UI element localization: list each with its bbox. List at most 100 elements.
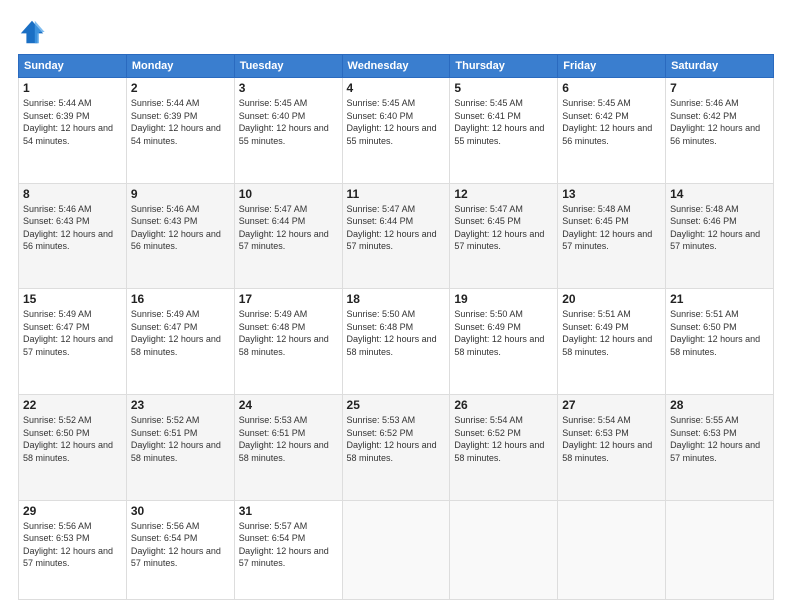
calendar-cell: 24 Sunrise: 5:53 AM Sunset: 6:51 PM Dayl… xyxy=(234,394,342,500)
calendar-cell: 8 Sunrise: 5:46 AM Sunset: 6:43 PM Dayli… xyxy=(19,183,127,289)
day-info: Sunrise: 5:45 AM Sunset: 6:40 PM Dayligh… xyxy=(347,97,446,147)
calendar-cell xyxy=(342,500,450,599)
day-info: Sunrise: 5:47 AM Sunset: 6:44 PM Dayligh… xyxy=(347,203,446,253)
day-info: Sunrise: 5:46 AM Sunset: 6:43 PM Dayligh… xyxy=(131,203,230,253)
day-info: Sunrise: 5:50 AM Sunset: 6:49 PM Dayligh… xyxy=(454,308,553,358)
day-number: 10 xyxy=(239,187,338,201)
calendar-cell: 25 Sunrise: 5:53 AM Sunset: 6:52 PM Dayl… xyxy=(342,394,450,500)
weekday-header-saturday: Saturday xyxy=(666,55,774,78)
calendar-cell: 17 Sunrise: 5:49 AM Sunset: 6:48 PM Dayl… xyxy=(234,289,342,395)
day-number: 28 xyxy=(670,398,769,412)
calendar-cell: 14 Sunrise: 5:48 AM Sunset: 6:46 PM Dayl… xyxy=(666,183,774,289)
calendar-cell: 4 Sunrise: 5:45 AM Sunset: 6:40 PM Dayli… xyxy=(342,78,450,184)
calendar-cell: 21 Sunrise: 5:51 AM Sunset: 6:50 PM Dayl… xyxy=(666,289,774,395)
day-number: 8 xyxy=(23,187,122,201)
day-number: 21 xyxy=(670,292,769,306)
day-number: 16 xyxy=(131,292,230,306)
weekday-header-friday: Friday xyxy=(558,55,666,78)
calendar-cell: 27 Sunrise: 5:54 AM Sunset: 6:53 PM Dayl… xyxy=(558,394,666,500)
calendar-cell: 7 Sunrise: 5:46 AM Sunset: 6:42 PM Dayli… xyxy=(666,78,774,184)
calendar-week-2: 8 Sunrise: 5:46 AM Sunset: 6:43 PM Dayli… xyxy=(19,183,774,289)
day-info: Sunrise: 5:48 AM Sunset: 6:45 PM Dayligh… xyxy=(562,203,661,253)
day-number: 17 xyxy=(239,292,338,306)
day-info: Sunrise: 5:50 AM Sunset: 6:48 PM Dayligh… xyxy=(347,308,446,358)
calendar-cell: 20 Sunrise: 5:51 AM Sunset: 6:49 PM Dayl… xyxy=(558,289,666,395)
day-info: Sunrise: 5:57 AM Sunset: 6:54 PM Dayligh… xyxy=(239,520,338,570)
day-number: 14 xyxy=(670,187,769,201)
calendar-cell: 1 Sunrise: 5:44 AM Sunset: 6:39 PM Dayli… xyxy=(19,78,127,184)
calendar-cell: 6 Sunrise: 5:45 AM Sunset: 6:42 PM Dayli… xyxy=(558,78,666,184)
day-info: Sunrise: 5:56 AM Sunset: 6:54 PM Dayligh… xyxy=(131,520,230,570)
calendar-cell: 28 Sunrise: 5:55 AM Sunset: 6:53 PM Dayl… xyxy=(666,394,774,500)
calendar-cell: 5 Sunrise: 5:45 AM Sunset: 6:41 PM Dayli… xyxy=(450,78,558,184)
day-info: Sunrise: 5:54 AM Sunset: 6:53 PM Dayligh… xyxy=(562,414,661,464)
calendar-cell: 31 Sunrise: 5:57 AM Sunset: 6:54 PM Dayl… xyxy=(234,500,342,599)
day-info: Sunrise: 5:52 AM Sunset: 6:51 PM Dayligh… xyxy=(131,414,230,464)
day-number: 15 xyxy=(23,292,122,306)
day-number: 19 xyxy=(454,292,553,306)
day-info: Sunrise: 5:49 AM Sunset: 6:48 PM Dayligh… xyxy=(239,308,338,358)
day-info: Sunrise: 5:46 AM Sunset: 6:43 PM Dayligh… xyxy=(23,203,122,253)
day-info: Sunrise: 5:54 AM Sunset: 6:52 PM Dayligh… xyxy=(454,414,553,464)
day-info: Sunrise: 5:44 AM Sunset: 6:39 PM Dayligh… xyxy=(23,97,122,147)
day-number: 2 xyxy=(131,81,230,95)
day-info: Sunrise: 5:51 AM Sunset: 6:50 PM Dayligh… xyxy=(670,308,769,358)
day-number: 4 xyxy=(347,81,446,95)
calendar-cell: 9 Sunrise: 5:46 AM Sunset: 6:43 PM Dayli… xyxy=(126,183,234,289)
weekday-header-wednesday: Wednesday xyxy=(342,55,450,78)
calendar-cell: 3 Sunrise: 5:45 AM Sunset: 6:40 PM Dayli… xyxy=(234,78,342,184)
day-number: 7 xyxy=(670,81,769,95)
day-number: 13 xyxy=(562,187,661,201)
day-number: 20 xyxy=(562,292,661,306)
header xyxy=(18,18,774,46)
day-number: 23 xyxy=(131,398,230,412)
weekday-header-row: SundayMondayTuesdayWednesdayThursdayFrid… xyxy=(19,55,774,78)
logo-icon xyxy=(18,18,46,46)
calendar-cell: 10 Sunrise: 5:47 AM Sunset: 6:44 PM Dayl… xyxy=(234,183,342,289)
weekday-header-monday: Monday xyxy=(126,55,234,78)
day-number: 9 xyxy=(131,187,230,201)
calendar-week-1: 1 Sunrise: 5:44 AM Sunset: 6:39 PM Dayli… xyxy=(19,78,774,184)
day-number: 24 xyxy=(239,398,338,412)
calendar-cell: 26 Sunrise: 5:54 AM Sunset: 6:52 PM Dayl… xyxy=(450,394,558,500)
calendar-cell xyxy=(666,500,774,599)
day-number: 1 xyxy=(23,81,122,95)
calendar-cell: 11 Sunrise: 5:47 AM Sunset: 6:44 PM Dayl… xyxy=(342,183,450,289)
calendar-cell: 29 Sunrise: 5:56 AM Sunset: 6:53 PM Dayl… xyxy=(19,500,127,599)
day-info: Sunrise: 5:53 AM Sunset: 6:51 PM Dayligh… xyxy=(239,414,338,464)
day-info: Sunrise: 5:51 AM Sunset: 6:49 PM Dayligh… xyxy=(562,308,661,358)
day-info: Sunrise: 5:55 AM Sunset: 6:53 PM Dayligh… xyxy=(670,414,769,464)
calendar-table: SundayMondayTuesdayWednesdayThursdayFrid… xyxy=(18,54,774,600)
day-info: Sunrise: 5:45 AM Sunset: 6:40 PM Dayligh… xyxy=(239,97,338,147)
calendar-cell: 13 Sunrise: 5:48 AM Sunset: 6:45 PM Dayl… xyxy=(558,183,666,289)
calendar-cell xyxy=(558,500,666,599)
day-number: 5 xyxy=(454,81,553,95)
day-number: 27 xyxy=(562,398,661,412)
day-number: 30 xyxy=(131,504,230,518)
calendar-cell: 19 Sunrise: 5:50 AM Sunset: 6:49 PM Dayl… xyxy=(450,289,558,395)
calendar-cell: 30 Sunrise: 5:56 AM Sunset: 6:54 PM Dayl… xyxy=(126,500,234,599)
day-info: Sunrise: 5:47 AM Sunset: 6:44 PM Dayligh… xyxy=(239,203,338,253)
day-number: 25 xyxy=(347,398,446,412)
calendar-week-4: 22 Sunrise: 5:52 AM Sunset: 6:50 PM Dayl… xyxy=(19,394,774,500)
day-info: Sunrise: 5:52 AM Sunset: 6:50 PM Dayligh… xyxy=(23,414,122,464)
calendar-week-3: 15 Sunrise: 5:49 AM Sunset: 6:47 PM Dayl… xyxy=(19,289,774,395)
weekday-header-tuesday: Tuesday xyxy=(234,55,342,78)
day-info: Sunrise: 5:45 AM Sunset: 6:42 PM Dayligh… xyxy=(562,97,661,147)
calendar-cell: 23 Sunrise: 5:52 AM Sunset: 6:51 PM Dayl… xyxy=(126,394,234,500)
day-number: 29 xyxy=(23,504,122,518)
day-info: Sunrise: 5:45 AM Sunset: 6:41 PM Dayligh… xyxy=(454,97,553,147)
day-info: Sunrise: 5:46 AM Sunset: 6:42 PM Dayligh… xyxy=(670,97,769,147)
day-info: Sunrise: 5:44 AM Sunset: 6:39 PM Dayligh… xyxy=(131,97,230,147)
weekday-header-sunday: Sunday xyxy=(19,55,127,78)
calendar-cell: 18 Sunrise: 5:50 AM Sunset: 6:48 PM Dayl… xyxy=(342,289,450,395)
calendar-cell: 15 Sunrise: 5:49 AM Sunset: 6:47 PM Dayl… xyxy=(19,289,127,395)
calendar-cell xyxy=(450,500,558,599)
day-info: Sunrise: 5:53 AM Sunset: 6:52 PM Dayligh… xyxy=(347,414,446,464)
weekday-header-thursday: Thursday xyxy=(450,55,558,78)
day-number: 31 xyxy=(239,504,338,518)
day-info: Sunrise: 5:49 AM Sunset: 6:47 PM Dayligh… xyxy=(131,308,230,358)
calendar-cell: 12 Sunrise: 5:47 AM Sunset: 6:45 PM Dayl… xyxy=(450,183,558,289)
day-info: Sunrise: 5:49 AM Sunset: 6:47 PM Dayligh… xyxy=(23,308,122,358)
day-number: 18 xyxy=(347,292,446,306)
